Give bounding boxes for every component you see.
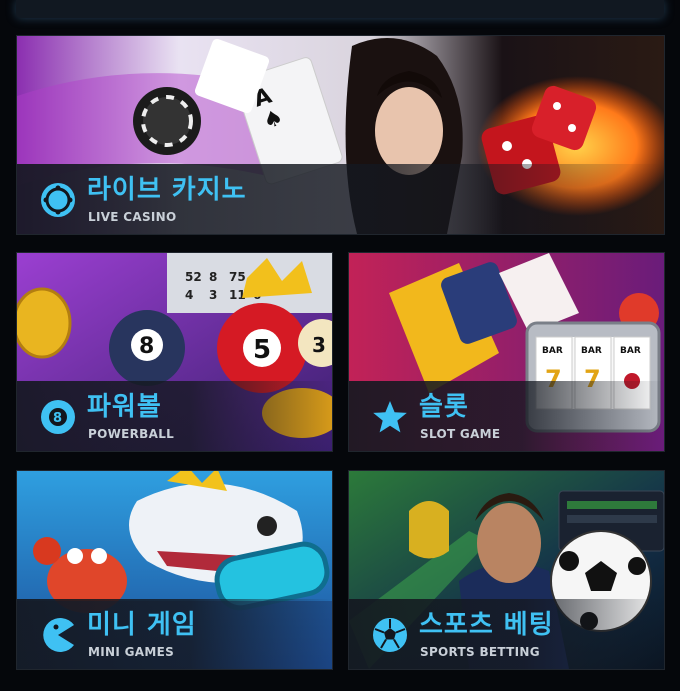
slot-game-tile[interactable]: BAR BAR BAR 7 7 슬롯 SLOT GAME xyxy=(348,252,665,452)
powerball-title: 파워볼 xyxy=(87,392,162,422)
svg-text:BAR: BAR xyxy=(542,346,563,356)
svg-text:8: 8 xyxy=(209,270,217,284)
mini-games-title: 미니 게임 xyxy=(87,610,197,640)
svg-text:8: 8 xyxy=(139,334,154,359)
svg-text:3: 3 xyxy=(209,288,217,302)
eight-ball-icon: 8 xyxy=(41,400,75,434)
svg-text:BAR: BAR xyxy=(581,346,602,356)
live-casino-tile[interactable]: A ♠ 라이브 카지노 LIVE CASINO xyxy=(16,35,665,235)
slot-game-subtitle: SLOT GAME xyxy=(420,427,501,441)
mini-games-subtitle: MINI GAMES xyxy=(88,645,175,659)
slot-game-title: 슬롯 xyxy=(419,392,469,422)
powerball-tile[interactable]: 52 8 75 26 4 3 11 6 8 5 3 xyxy=(16,252,333,452)
ball-five: 5 xyxy=(217,303,307,393)
casino-chip-icon xyxy=(41,183,75,217)
svg-text:52: 52 xyxy=(185,270,202,284)
powerball-subtitle: POWERBALL xyxy=(88,427,175,441)
soccer-ball-icon xyxy=(373,618,407,652)
caption-bar: 스포츠 베팅 SPORTS BETTING xyxy=(349,599,664,669)
caption-bar: 슬롯 SLOT GAME xyxy=(349,381,664,451)
sports-betting-title: 스포츠 베팅 xyxy=(419,610,554,640)
svg-text:8: 8 xyxy=(53,411,62,426)
sports-betting-subtitle: SPORTS BETTING xyxy=(420,645,540,659)
svg-text:BAR: BAR xyxy=(620,346,641,356)
star-icon xyxy=(373,401,407,433)
mini-games-tile[interactable]: 미니 게임 MINI GAMES xyxy=(16,470,333,670)
svg-text:5: 5 xyxy=(253,335,271,365)
svg-text:3: 3 xyxy=(312,333,326,357)
ball-eight: 8 xyxy=(109,310,185,386)
caption-bar: 라이브 카지노 LIVE CASINO xyxy=(17,164,664,234)
poker-chip xyxy=(133,87,201,155)
caption-bar: 8 파워볼 POWERBALL xyxy=(17,381,332,451)
sports-betting-tile[interactable]: 스포츠 베팅 SPORTS BETTING xyxy=(348,470,665,670)
svg-text:75: 75 xyxy=(229,270,246,284)
svg-text:4: 4 xyxy=(185,288,193,302)
pacman-icon xyxy=(43,618,74,652)
caption-bar: 미니 게임 MINI GAMES xyxy=(17,599,332,669)
live-casino-subtitle: LIVE CASINO xyxy=(88,210,177,224)
top-bar xyxy=(16,0,664,18)
live-casino-title: 라이브 카지노 xyxy=(87,175,247,205)
